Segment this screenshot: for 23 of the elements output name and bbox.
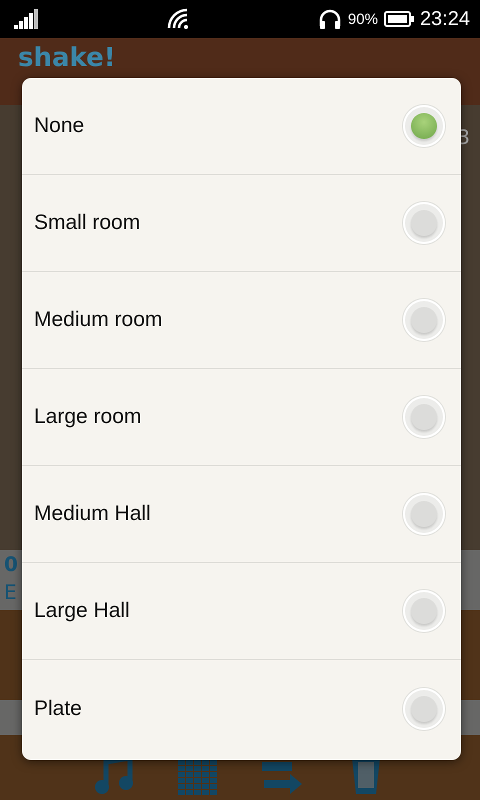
radio-button[interactable]	[403, 202, 445, 244]
reverb-option[interactable]: Plate	[22, 660, 461, 757]
app-logo: shake!	[18, 42, 116, 74]
radio-button[interactable]	[403, 299, 445, 341]
radio-button[interactable]	[403, 590, 445, 632]
reverb-option[interactable]: Medium Hall	[22, 466, 461, 563]
reverb-option[interactable]: None	[22, 78, 461, 175]
radio-button[interactable]	[403, 688, 445, 730]
radio-button[interactable]	[403, 493, 445, 535]
reverb-option[interactable]: Medium room	[22, 272, 461, 369]
radio-button[interactable]	[403, 396, 445, 438]
text-fragment: 0	[4, 551, 19, 578]
battery-percentage: 90%	[348, 10, 378, 28]
signal-icon	[14, 9, 40, 29]
text-fragment: E	[4, 579, 18, 606]
reverb-option[interactable]: Small room	[22, 175, 461, 272]
reverb-option[interactable]: Large Hall	[22, 563, 461, 660]
headphones-icon	[318, 8, 342, 30]
reverb-option[interactable]: Large room	[22, 369, 461, 466]
wifi-icon	[166, 8, 191, 30]
battery-icon	[384, 11, 414, 27]
clock-time: 23:24	[420, 8, 470, 30]
radio-button[interactable]	[403, 105, 445, 147]
